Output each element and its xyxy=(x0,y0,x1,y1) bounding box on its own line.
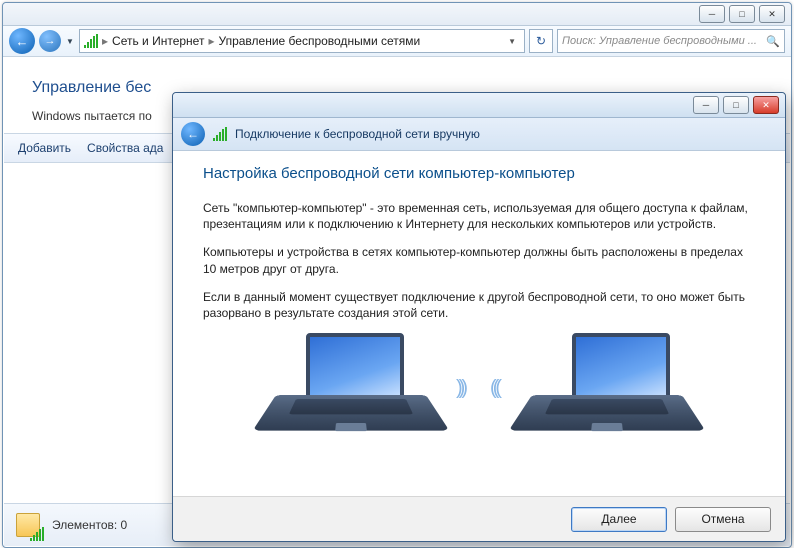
explorer-close-button[interactable]: ✕ xyxy=(759,5,785,23)
search-placeholder: Поиск: Управление беспроводными ... xyxy=(562,35,757,47)
search-input[interactable]: Поиск: Управление беспроводными ... 🔍 xyxy=(557,29,785,53)
breadcrumb-sep-icon: ▸ xyxy=(102,34,108,48)
signal-icon xyxy=(84,34,98,48)
folder-icon xyxy=(14,511,42,539)
address-dropdown-icon[interactable]: ▼ xyxy=(504,37,520,46)
dialog-title: Настройка беспроводной сети компьютер-ко… xyxy=(203,165,755,182)
explorer-minimize-button[interactable]: ─ xyxy=(699,5,725,23)
address-bar[interactable]: ▸ Сеть и Интернет ▸ Управление беспровод… xyxy=(79,29,525,53)
dialog-body: Настройка беспроводной сети компьютер-ко… xyxy=(173,151,785,497)
laptop-right-icon xyxy=(532,333,682,443)
signal-icon xyxy=(213,127,227,141)
dialog-back-button[interactable]: ← xyxy=(181,122,205,146)
search-icon: 🔍 xyxy=(766,35,780,48)
cmd-properties[interactable]: Свойства ада xyxy=(87,141,163,155)
dialog-close-button[interactable]: ✕ xyxy=(753,96,779,114)
nav-history-dropdown[interactable]: ▼ xyxy=(65,32,75,50)
refresh-button[interactable]: ↻ xyxy=(529,29,553,53)
signal-icon xyxy=(30,527,44,541)
explorer-maximize-button[interactable]: □ xyxy=(729,5,755,23)
dialog-titlebar: ─ □ ✕ xyxy=(173,93,785,118)
dialog-maximize-button[interactable]: □ xyxy=(723,96,749,114)
next-button[interactable]: Далее xyxy=(571,507,667,532)
wizard-dialog: ─ □ ✕ ← Подключение к беспроводной сети … xyxy=(172,92,786,542)
illustration: ))) ))) xyxy=(203,333,755,443)
breadcrumb-sep-icon: ▸ xyxy=(208,34,214,48)
dialog-header-title: Подключение к беспроводной сети вручную xyxy=(235,127,480,141)
breadcrumb-seg-2[interactable]: Управление беспроводными сетями xyxy=(218,34,420,48)
nav-back-button[interactable]: ← xyxy=(9,28,35,54)
nav-forward-button[interactable]: → xyxy=(39,30,61,52)
dialog-header: ← Подключение к беспроводной сети вручну… xyxy=(173,118,785,151)
cancel-button[interactable]: Отмена xyxy=(675,507,771,532)
dialog-paragraph-1: Сеть "компьютер-компьютер" - это временн… xyxy=(203,200,755,232)
wireless-waves-icon: ))) xyxy=(456,377,464,400)
dialog-minimize-button[interactable]: ─ xyxy=(693,96,719,114)
address-bar-row: ← → ▼ ▸ Сеть и Интернет ▸ Управление бес… xyxy=(3,26,791,57)
dialog-footer: Далее Отмена xyxy=(173,496,785,541)
explorer-titlebar: ─ □ ✕ xyxy=(3,3,791,26)
dialog-paragraph-3: Если в данный момент существует подключе… xyxy=(203,289,755,321)
status-item-count: Элементов: 0 xyxy=(52,518,127,532)
wireless-waves-icon: ))) xyxy=(494,377,502,400)
breadcrumb-seg-1[interactable]: Сеть и Интернет xyxy=(112,34,204,48)
dialog-paragraph-2: Компьютеры и устройства в сетях компьюте… xyxy=(203,244,755,276)
cmd-add[interactable]: Добавить xyxy=(18,141,71,155)
laptop-left-icon xyxy=(276,333,426,443)
